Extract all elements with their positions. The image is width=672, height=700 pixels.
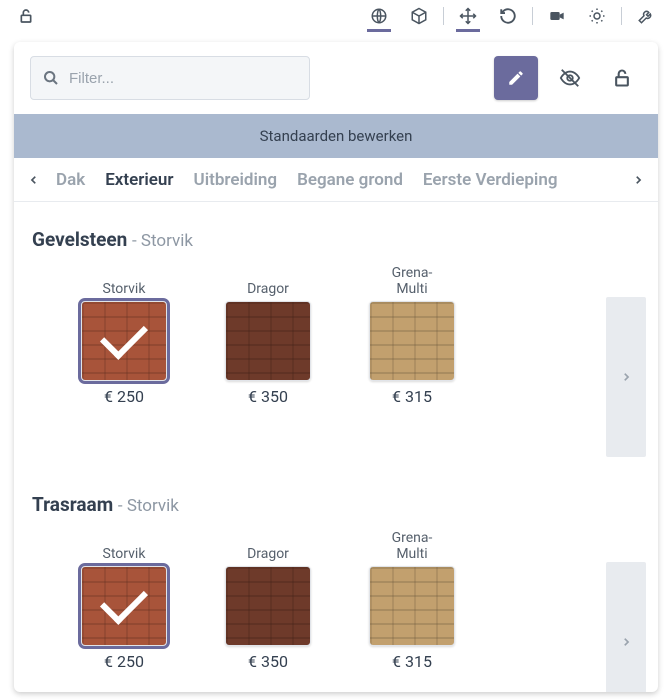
unlock-icon[interactable] <box>8 0 44 32</box>
tab-exterieur[interactable]: Exterieur <box>95 170 183 190</box>
edit-standards-banner: Standaarden bewerken <box>14 114 658 158</box>
option-price: € 250 <box>104 387 144 406</box>
search-input-wrap[interactable] <box>30 56 310 100</box>
option-label: Storvik <box>103 526 146 562</box>
option-thumb[interactable] <box>369 301 455 381</box>
option-thumb[interactable] <box>369 566 455 646</box>
banner-text: Standaarden bewerken <box>260 127 413 145</box>
option-price: € 315 <box>392 652 432 671</box>
box-icon[interactable] <box>401 0 437 32</box>
video-icon[interactable] <box>539 0 575 32</box>
option-label: Dragor <box>247 261 289 297</box>
option-row: Storvik € 250 Dragor € 350 Grena-Multi €… <box>32 261 646 479</box>
material-option[interactable]: Dragor € 350 <box>216 526 320 671</box>
move-icon[interactable] <box>450 0 486 32</box>
panel-header <box>14 42 658 114</box>
option-price: € 250 <box>104 652 144 671</box>
option-label: Storvik <box>103 261 146 297</box>
section-title: Gevelsteen - Storvik <box>32 228 646 251</box>
option-price: € 315 <box>392 387 432 406</box>
app-topbar <box>0 0 672 32</box>
option-label: Dragor <box>247 526 289 562</box>
panel-content: Gevelsteen - Storvik Storvik € 250 Drago… <box>14 202 658 692</box>
side-panel: Standaarden bewerken DakExterieurUitbrei… <box>14 42 658 692</box>
search-input[interactable] <box>67 69 297 88</box>
undo-icon[interactable] <box>490 0 526 32</box>
section-title: Trasraam - Storvik <box>32 493 646 516</box>
unlock-panel-icon[interactable] <box>602 58 642 98</box>
tabs-prev[interactable] <box>22 173 46 187</box>
material-option[interactable]: Grena-Multi € 315 <box>360 526 464 671</box>
panel-scroll[interactable]: Gevelsteen - Storvik Storvik € 250 Drago… <box>14 202 658 692</box>
edit-button[interactable] <box>494 56 538 100</box>
material-option[interactable]: Dragor € 350 <box>216 261 320 406</box>
material-option[interactable]: Storvik € 250 <box>72 261 176 406</box>
tools-icon[interactable] <box>628 0 664 32</box>
material-option[interactable]: Grena-Multi € 315 <box>360 261 464 406</box>
material-option[interactable]: Storvik € 250 <box>72 526 176 671</box>
tab-uitbreiding[interactable]: Uitbreiding <box>184 170 288 190</box>
show-more-button[interactable] <box>606 562 646 692</box>
visibility-off-icon[interactable] <box>550 58 590 98</box>
sun-icon[interactable] <box>579 0 615 32</box>
tab-dak[interactable]: Dak <box>46 170 95 190</box>
show-more-button[interactable] <box>606 297 646 457</box>
option-row: Storvik € 250 Dragor € 350 Grena-Multi €… <box>32 526 646 692</box>
globe-icon[interactable] <box>361 0 397 32</box>
toolbar-separator <box>443 7 444 25</box>
option-price: € 350 <box>248 652 288 671</box>
option-thumb[interactable] <box>81 301 167 381</box>
search-icon <box>43 70 59 86</box>
option-price: € 350 <box>248 387 288 406</box>
option-thumb[interactable] <box>81 566 167 646</box>
option-thumb[interactable] <box>225 566 311 646</box>
tab-eerste-verdieping[interactable]: Eerste Verdieping <box>413 170 568 190</box>
toolbar-separator <box>532 7 533 25</box>
option-label: Grena-Multi <box>392 526 433 562</box>
option-thumb[interactable] <box>225 301 311 381</box>
toolbar-separator <box>621 7 622 25</box>
tabs-next[interactable] <box>626 173 650 187</box>
category-tabs: DakExterieurUitbreidingBegane grondEerst… <box>14 158 658 202</box>
option-label: Grena-Multi <box>392 261 433 297</box>
tab-begane-grond[interactable]: Begane grond <box>287 170 413 190</box>
